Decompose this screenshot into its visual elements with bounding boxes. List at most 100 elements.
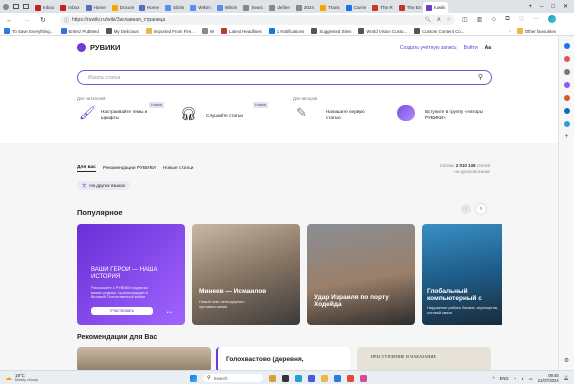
store-icon[interactable] (334, 374, 341, 382)
app-icon[interactable] (360, 374, 367, 382)
browser-tab[interactable]: ruwiki (422, 2, 449, 13)
browser-essentials-icon[interactable]: ♡ (519, 16, 524, 23)
favorites-overflow-icon[interactable]: › (509, 29, 510, 34)
favorite-star-icon[interactable]: ☆ (447, 17, 451, 23)
browser-tab[interactable]: 2024 (293, 2, 317, 13)
browser-tab[interactable]: Inbox (57, 2, 82, 13)
notifications-icon[interactable]: 🔔︎ (564, 375, 569, 381)
browser-tab[interactable]: Siblin (162, 2, 187, 13)
browser-tab[interactable]: Carrie (343, 2, 370, 13)
add-sidebar-app-icon[interactable]: + (559, 133, 574, 140)
tab-actions-icon[interactable] (23, 4, 29, 9)
popular-card-mineev[interactable]: Минеев — Исмаилов Новый этап легендарног… (192, 224, 300, 325)
taskbar-search[interactable]: ⚲ Search (203, 374, 263, 382)
search-sidebar-icon[interactable] (563, 43, 570, 49)
popular-card-heroes[interactable]: ВАШИ ГЕРОИ — НАША ИСТОРИЯ Расскажите о Р… (77, 224, 185, 325)
browser-tab[interactable]: Searc (240, 2, 266, 13)
task-view-icon[interactable] (282, 374, 289, 382)
favorite-link[interactable]: Custom Content Co... (414, 28, 464, 34)
start-icon[interactable] (190, 374, 197, 382)
shopping-icon[interactable] (563, 56, 570, 62)
games-icon[interactable] (563, 82, 570, 88)
minimize-button[interactable]: – (540, 4, 543, 10)
other-languages-button[interactable]: 文 На других языках (77, 181, 131, 190)
back-arrow-icon[interactable]: ← (6, 17, 13, 24)
favorite-link[interactable]: 1 Notifications (268, 28, 304, 34)
browser-tab[interactable]: Docum (109, 2, 136, 13)
sidebar-settings-icon[interactable]: ⚙ (559, 357, 574, 364)
browser-tab[interactable]: Home (83, 2, 109, 13)
favorite-link[interactable]: Imported From Fire... (145, 28, 195, 34)
promo-join-group[interactable]: Вступите в группу «Авторы РУВИКИ» (395, 102, 495, 126)
rec-card-3[interactable]: ПРЕСТУПЛЕНИЕ И НАКАЗАНИЕ (357, 347, 491, 370)
extensions-icon[interactable]: ◫ (462, 16, 468, 23)
maximize-button[interactable]: □ (551, 4, 555, 10)
language-indicator[interactable]: ENG (500, 376, 509, 381)
browser-tab[interactable]: Wikim (187, 2, 214, 13)
login-link[interactable]: Войти (464, 45, 478, 51)
favorite-link[interactable]: Entrez PubMed (60, 28, 99, 34)
wifi-icon[interactable]: ◔ (514, 376, 517, 381)
clock[interactable]: 09:45 21/07/2024 (538, 373, 559, 383)
search-icon[interactable]: ⚲ (478, 73, 483, 81)
chrome-icon[interactable] (347, 374, 354, 382)
popular-card-hodeidah[interactable]: Удар Израиля по порту Ходейда (307, 224, 415, 325)
favorite-link[interactable]: Suggested Sites (311, 28, 351, 34)
promo-write-article[interactable]: ✎ Напишите первую статью (293, 102, 385, 126)
more-menu-icon[interactable]: ··· (533, 16, 539, 22)
read-aloud-icon[interactable]: A (437, 17, 440, 23)
tab-new-articles[interactable]: Новые статьи (163, 166, 194, 171)
tab-ruwiki-recs[interactable]: Рекомендации РУВИКИ (103, 166, 156, 171)
favorite-link[interactable]: Latest Headlines (221, 28, 262, 34)
file-explorer-icon[interactable] (321, 374, 328, 382)
appearance-button[interactable]: Aa (485, 45, 491, 51)
carousel-next-button[interactable]: › (476, 204, 486, 214)
workspaces-icon[interactable] (13, 4, 19, 9)
browser-tab[interactable]: define (266, 2, 293, 13)
promo-themes[interactable]: 🖌︎ Настраивайте темы и шрифты Новое (77, 102, 167, 126)
browser-tab[interactable]: Home (136, 2, 162, 13)
browser-tab[interactable]: Inbox (32, 2, 57, 13)
site-logo[interactable]: РУВИКИ (77, 43, 120, 52)
favorites-icon[interactable]: ✩ (491, 16, 496, 23)
create-account-link[interactable]: Создать учётную запись (400, 45, 457, 51)
forward-arrow-icon[interactable]: → (23, 17, 30, 24)
browser-tab[interactable]: The R (369, 2, 396, 13)
site-info-icon[interactable]: ⓘ (64, 17, 69, 24)
weather-widget[interactable]: ☁ 19°C Mostly cloudy (5, 373, 38, 383)
profile-icon[interactable] (3, 3, 9, 10)
copilot-icon[interactable] (548, 15, 557, 23)
carousel-prev-button[interactable]: ‹ (461, 204, 471, 214)
search-input[interactable]: Искать статьи ⚲ (77, 70, 492, 85)
new-tab-button[interactable]: + (528, 4, 532, 10)
split-screen-icon[interactable]: ▥ (477, 16, 483, 23)
outlook-icon[interactable] (563, 108, 570, 114)
zoom-icon[interactable]: 🔍︎ (425, 17, 431, 23)
tools-icon[interactable] (563, 69, 570, 75)
browser-tab[interactable]: Trans (317, 2, 343, 13)
office-icon[interactable] (563, 95, 570, 101)
drop-icon[interactable] (563, 121, 570, 127)
favorite-link[interactable]: My Delicious (105, 28, 139, 34)
favorite-link[interactable]: W (201, 28, 214, 34)
tray-overflow-icon[interactable]: ^ (493, 376, 495, 381)
rec-card-1[interactable] (77, 347, 211, 370)
reload-icon[interactable]: ↻ (40, 16, 46, 24)
promo-listen[interactable]: 🎧︎ Слушайте статьи Новое (177, 102, 269, 126)
favorite-link[interactable]: To Save Everything... (4, 28, 54, 34)
widgets-icon[interactable] (269, 374, 276, 382)
tab-for-you[interactable]: Для вас (77, 165, 96, 172)
volume-icon[interactable]: ◖ (521, 376, 524, 381)
browser-tab[interactable]: Wikim (214, 2, 241, 13)
browser-tab[interactable]: The En (396, 2, 423, 13)
battery-icon[interactable]: ▭ (529, 376, 533, 381)
collections-icon[interactable]: ⧉ (505, 16, 509, 23)
copilot-taskbar-icon[interactable] (308, 374, 315, 382)
address-bar[interactable]: ⓘ https://ruwiki.ru/wiki/Заглавная_стран… (60, 15, 455, 25)
favorite-link[interactable]: World Vision Custo... (358, 28, 407, 34)
edge-icon[interactable] (295, 374, 302, 382)
other-favourites-folder[interactable]: Other favourites (516, 28, 556, 34)
popular-card-outage[interactable]: Глобальный компьютерный с Нарушение рабо… (422, 224, 502, 325)
close-window-button[interactable]: ✕ (563, 3, 568, 10)
participate-button[interactable]: Участвовать (91, 307, 153, 315)
